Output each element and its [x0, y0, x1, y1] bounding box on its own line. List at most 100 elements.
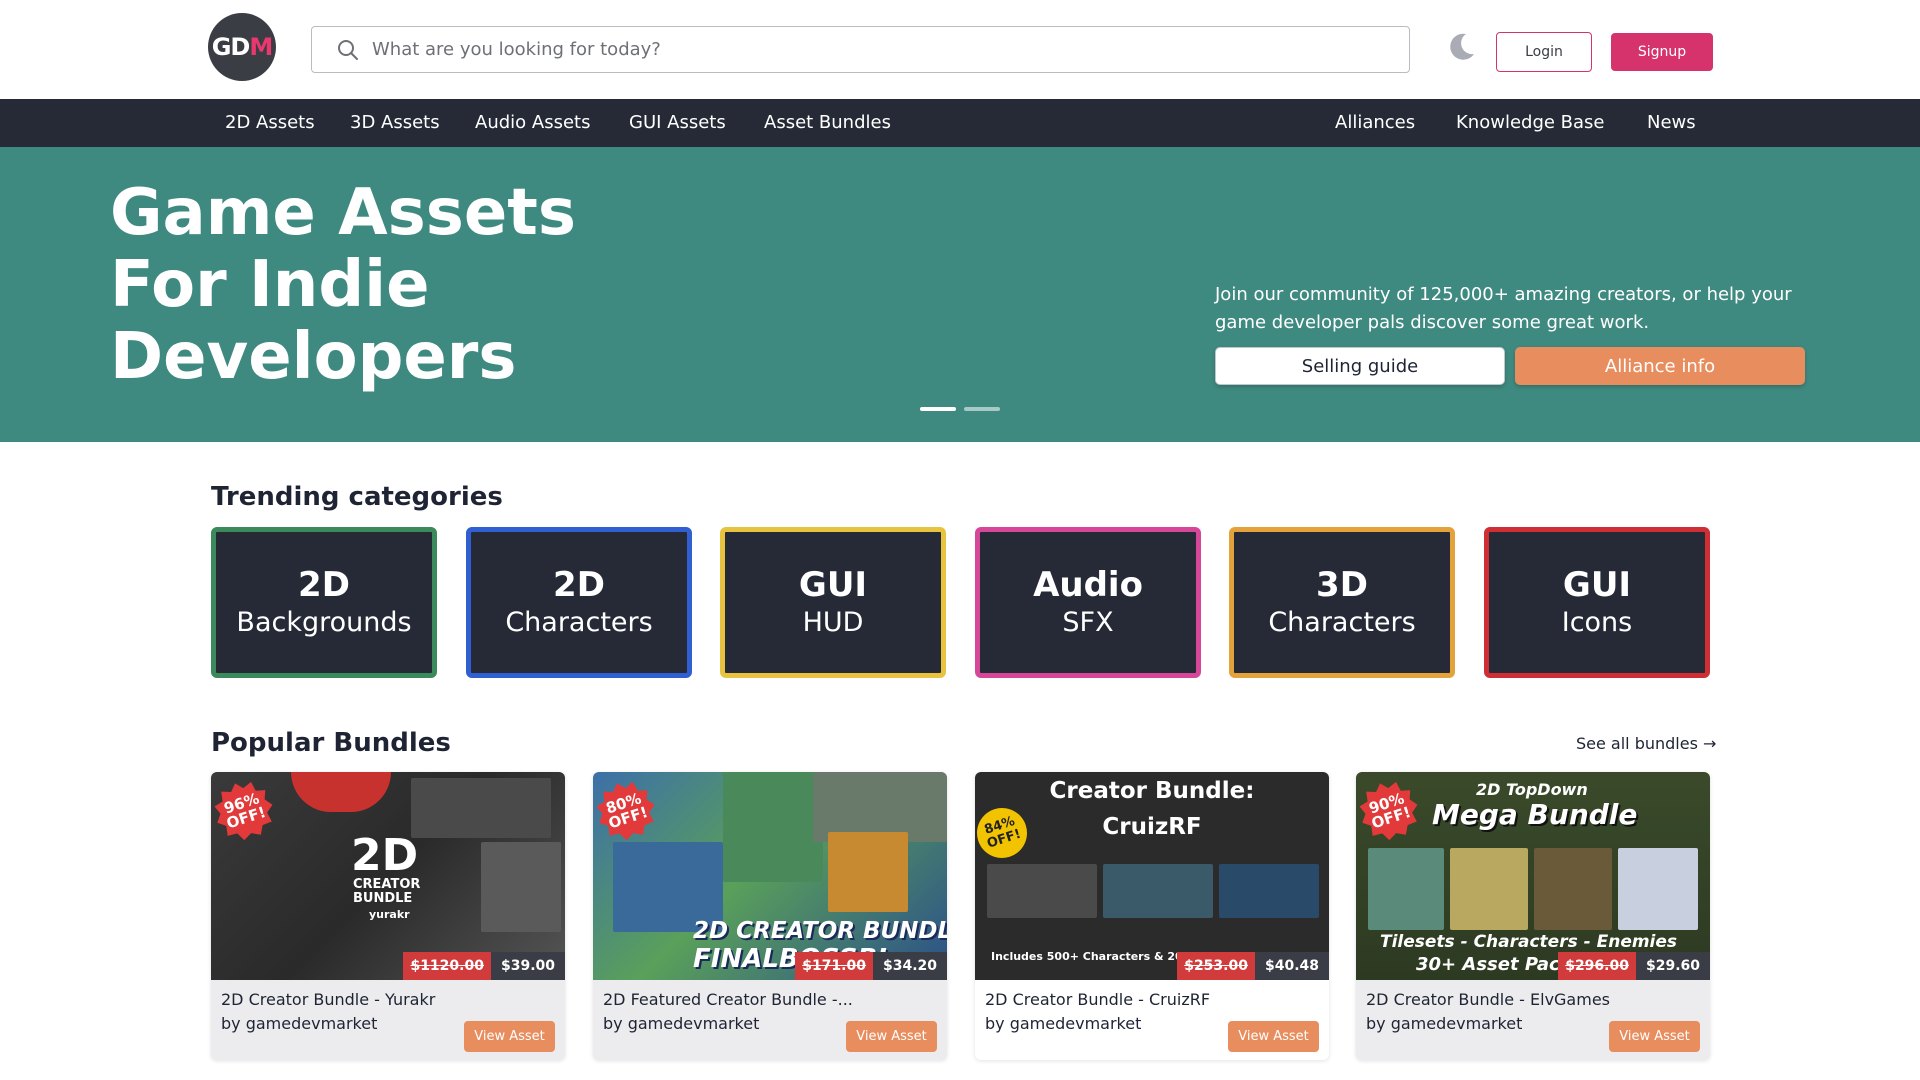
thumbnail-author: yurakr — [369, 908, 410, 921]
category-label-big: 2D — [298, 564, 350, 605]
thumbnail-decoration — [1103, 864, 1213, 918]
site-logo[interactable]: GDM — [208, 13, 276, 81]
original-price: $253.00 — [1177, 952, 1255, 980]
thumbnail-subtitle: Mega Bundle — [1432, 798, 1638, 831]
category-gui-hud[interactable]: GUI HUD — [720, 527, 946, 678]
category-label-small: Characters — [505, 606, 653, 638]
carousel-dot-active[interactable] — [920, 407, 956, 411]
bundle-title[interactable]: 2D Creator Bundle - Yurakr — [221, 990, 435, 1009]
hero-title: Game Assets For Indie Developers — [110, 177, 630, 393]
hero-description: Join our community of 125,000+ amazing c… — [1215, 284, 1792, 333]
bundle-thumbnail[interactable]: 2D TopDown Mega Bundle Tilesets - Charac… — [1356, 772, 1710, 980]
search-bar[interactable] — [311, 26, 1410, 73]
price-box: $171.00 $34.20 — [795, 952, 947, 980]
thumbnail-decoration — [1450, 848, 1528, 930]
category-label-big: 2D — [553, 564, 605, 605]
category-label-big: GUI — [1562, 564, 1632, 605]
thumbnail-title: 2D TopDown — [1476, 780, 1588, 799]
nav-item-gui-assets[interactable]: GUI Assets — [629, 99, 726, 147]
price-box: $1120.00 $39.00 — [403, 952, 565, 980]
original-price: $296.00 — [1558, 952, 1636, 980]
category-gui-icons[interactable]: GUI Icons — [1484, 527, 1710, 678]
bundle-card-elvgames[interactable]: 2D TopDown Mega Bundle Tilesets - Charac… — [1356, 772, 1710, 1060]
bundle-title[interactable]: 2D Creator Bundle - CruizRF — [985, 990, 1210, 1009]
site-header: GDM Login Signup — [0, 0, 1920, 99]
category-label-big: Audio — [1033, 564, 1143, 605]
discount-badge: 84% OFF! — [975, 801, 1034, 865]
search-input[interactable] — [372, 39, 1272, 60]
bundle-card-finalbossblues[interactable]: 2D CREATOR BUNDLE FINALBOSSBLUES 80% OFF… — [593, 772, 947, 1060]
sale-price: $39.00 — [490, 952, 565, 980]
popular-bundles-title: Popular Bundles — [211, 728, 451, 758]
login-button[interactable]: Login — [1496, 32, 1592, 72]
price-box: $253.00 $40.48 — [1177, 952, 1329, 980]
thumbnail-decoration — [1219, 864, 1319, 918]
see-all-bundles-link[interactable]: See all bundles → — [1576, 734, 1716, 753]
view-asset-button[interactable]: View Asset — [1609, 1021, 1700, 1052]
bundle-author: by gamedevmarket — [603, 1014, 760, 1033]
bundle-card-yurakr[interactable]: 2D CREATOR BUNDLE yurakr 96% OFF! $1120.… — [211, 772, 565, 1060]
category-label-small: Characters — [1268, 606, 1416, 638]
hero-title-line: For Indie — [110, 248, 430, 322]
thumbnail-subtitle: CREATOR BUNDLE — [353, 877, 421, 906]
thumbnail-footer: Tilesets - Characters - Enemies — [1380, 932, 1678, 952]
view-asset-button[interactable]: View Asset — [464, 1021, 555, 1052]
category-3d-characters[interactable]: 3D Characters — [1229, 527, 1455, 678]
logo-text: GDM — [211, 33, 274, 61]
bundle-author: by gamedevmarket — [985, 1014, 1142, 1033]
thumbnail-decoration — [828, 832, 908, 912]
alliance-info-button[interactable]: Alliance info — [1515, 347, 1805, 385]
search-icon — [338, 39, 358, 60]
thumbnail-title: 2D — [351, 830, 419, 881]
discount-badge: 90% OFF! — [1356, 774, 1426, 847]
main-navbar: 2D Assets 3D Assets Audio Assets GUI Ass… — [0, 99, 1920, 147]
carousel-dot[interactable] — [964, 407, 1000, 411]
thumbnail-decoration — [411, 778, 551, 838]
bundle-card-cruizrf[interactable]: Creator Bundle: CruizRF Includes 500+ Ch… — [975, 772, 1329, 1060]
category-label-small: Icons — [1561, 606, 1633, 638]
hero-banner: Game Assets For Indie Developers Join ou… — [0, 147, 1920, 442]
dark-mode-moon-icon[interactable] — [1444, 30, 1478, 64]
original-price: $1120.00 — [403, 952, 491, 980]
category-2d-backgrounds[interactable]: 2D Backgrounds — [211, 527, 437, 678]
discount-badge: 96% OFF! — [211, 774, 281, 847]
thumbnail-decoration — [1618, 848, 1698, 930]
thumbnail-decoration — [291, 772, 391, 812]
thumbnail-decoration — [987, 864, 1097, 918]
nav-item-knowledge-base[interactable]: Knowledge Base — [1456, 99, 1605, 147]
thumbnail-decoration — [1368, 848, 1444, 930]
nav-item-alliances[interactable]: Alliances — [1335, 99, 1415, 147]
selling-guide-button[interactable]: Selling guide — [1215, 347, 1505, 385]
trending-categories-title: Trending categories — [211, 482, 503, 512]
thumbnail-decoration — [481, 842, 561, 932]
thumbnail-title: 2D CREATOR BUNDLE — [693, 918, 947, 944]
bundle-title[interactable]: 2D Creator Bundle - ElvGames — [1366, 990, 1610, 1009]
nav-item-3d-assets[interactable]: 3D Assets — [350, 99, 440, 147]
bundle-thumbnail[interactable]: 2D CREATOR BUNDLE yurakr 96% OFF! $1120.… — [211, 772, 565, 980]
nav-item-2d-assets[interactable]: 2D Assets — [225, 99, 315, 147]
thumbnail-title: Creator Bundle: — [1049, 778, 1255, 804]
thumbnail-decoration — [723, 772, 823, 882]
nav-item-asset-bundles[interactable]: Asset Bundles — [764, 99, 891, 147]
category-label-small: HUD — [802, 606, 864, 638]
discount-badge: 80% OFF! — [593, 774, 663, 847]
nav-item-audio-assets[interactable]: Audio Assets — [475, 99, 590, 147]
view-asset-button[interactable]: View Asset — [1228, 1021, 1319, 1052]
bundle-author: by gamedevmarket — [1366, 1014, 1523, 1033]
original-price: $171.00 — [795, 952, 873, 980]
signup-button[interactable]: Signup — [1611, 33, 1713, 71]
bundle-author: by gamedevmarket — [221, 1014, 378, 1033]
nav-item-news[interactable]: News — [1647, 99, 1696, 147]
bundle-thumbnail[interactable]: 2D CREATOR BUNDLE FINALBOSSBLUES 80% OFF… — [593, 772, 947, 980]
category-label-big: 3D — [1316, 564, 1368, 605]
view-asset-button[interactable]: View Asset — [846, 1021, 937, 1052]
thumbnail-decoration — [1534, 848, 1612, 930]
sale-price: $34.20 — [872, 952, 947, 980]
bundle-thumbnail[interactable]: Creator Bundle: CruizRF Includes 500+ Ch… — [975, 772, 1329, 980]
category-label-small: Backgrounds — [236, 606, 412, 638]
category-2d-characters[interactable]: 2D Characters — [466, 527, 692, 678]
category-label-big: GUI — [798, 564, 868, 605]
hero-title-line: Game Assets — [110, 176, 576, 250]
bundle-title[interactable]: 2D Featured Creator Bundle -... — [603, 990, 853, 1009]
category-audio-sfx[interactable]: Audio SFX — [975, 527, 1201, 678]
